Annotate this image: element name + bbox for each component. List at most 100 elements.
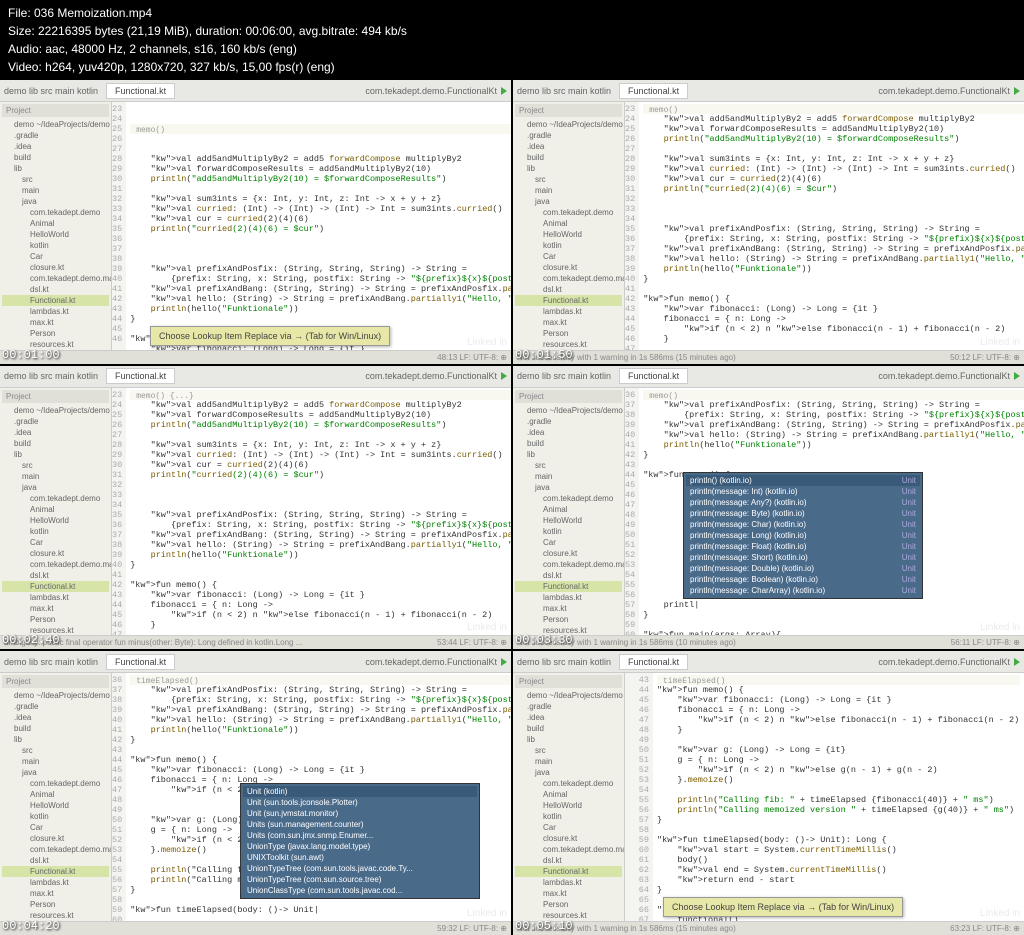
tree-item[interactable]: max.kt [2, 888, 109, 899]
tree-item[interactable]: java [2, 482, 109, 493]
play-icon[interactable] [501, 372, 507, 380]
tree-item[interactable]: Functional.kt [515, 295, 622, 306]
editor-tab[interactable]: Functional.kt [106, 83, 175, 99]
completion-item[interactable]: println(message: Short) (kotlin.io)Unit [686, 552, 920, 563]
tree-item[interactable]: src [2, 745, 109, 756]
tree-item[interactable]: Person [515, 328, 622, 339]
completion-item[interactable]: println(message: Byte) (kotlin.io)Unit [686, 508, 920, 519]
tree-item[interactable]: lambdas.kt [515, 877, 622, 888]
completion-item[interactable]: println(message: Char) (kotlin.io)Unit [686, 519, 920, 530]
tree-item[interactable]: main [515, 185, 622, 196]
tree-item[interactable]: kotlin [2, 240, 109, 251]
tree-item[interactable]: demo ~/IdeaProjects/demo [515, 119, 622, 130]
code-editor[interactable]: 4344454647484950515253545556575859606162… [625, 673, 1024, 921]
completion-item[interactable]: Unit (sun.jvmstat.monitor) [243, 808, 477, 819]
tree-item[interactable]: java [515, 767, 622, 778]
tree-item[interactable]: com.tekadept.demo.main.kt [515, 273, 622, 284]
completion-item[interactable]: Units (sun.management.counter) [243, 819, 477, 830]
tree-item[interactable]: java [515, 482, 622, 493]
tree-item[interactable]: .gradle [2, 416, 109, 427]
tree-item[interactable]: build [515, 152, 622, 163]
tree-item[interactable]: Animal [2, 504, 109, 515]
tree-item[interactable]: build [2, 152, 109, 163]
completion-item[interactable]: Unit (kotlin) [243, 786, 477, 797]
tree-item[interactable]: closure.kt [2, 833, 109, 844]
tree-item[interactable]: java [2, 767, 109, 778]
completion-item[interactable]: println(message: Long) (kotlin.io)Unit [686, 530, 920, 541]
tree-item[interactable]: .gradle [515, 701, 622, 712]
tree-item[interactable]: src [515, 460, 622, 471]
tree-item[interactable]: Functional.kt [2, 866, 109, 877]
tree-item[interactable]: Animal [515, 504, 622, 515]
play-icon[interactable] [501, 658, 507, 666]
tree-item[interactable]: src [515, 174, 622, 185]
ide-toolbar[interactable]: demo lib src main kotlin Functional.kt c… [0, 80, 511, 102]
tree-item[interactable]: .idea [515, 141, 622, 152]
tree-item[interactable]: Car [2, 251, 109, 262]
tree-item[interactable]: lambdas.kt [515, 306, 622, 317]
tree-item[interactable]: src [2, 460, 109, 471]
tree-item[interactable]: max.kt [515, 603, 622, 614]
ide-toolbar[interactable]: demo lib src main kotlin Functional.kt c… [513, 80, 1024, 102]
tree-item[interactable]: build [515, 438, 622, 449]
tree-item[interactable]: Person [2, 328, 109, 339]
tree-item[interactable]: Person [515, 614, 622, 625]
tree-item[interactable]: com.tekadept.demo.main.kt [2, 559, 109, 570]
tree-item[interactable]: com.tekadept.demo.main.kt [515, 559, 622, 570]
code-editor[interactable]: 2324252627282930313233343536373839404142… [112, 102, 511, 350]
tree-item[interactable]: .idea [2, 427, 109, 438]
tree-item[interactable]: com.tekadept.demo [515, 207, 622, 218]
tree-item[interactable]: demo ~/IdeaProjects/demo [2, 405, 109, 416]
tree-item[interactable]: closure.kt [515, 548, 622, 559]
tree-item[interactable]: build [515, 723, 622, 734]
tree-item[interactable]: HelloWorld [2, 229, 109, 240]
tree-item[interactable]: Person [2, 899, 109, 910]
tree-item[interactable]: Functional.kt [2, 581, 109, 592]
tree-item[interactable]: HelloWorld [515, 229, 622, 240]
tree-item[interactable]: main [515, 756, 622, 767]
tree-item[interactable]: kotlin [515, 240, 622, 251]
completion-item[interactable]: Unit (sun.tools.jconsole.Plotter) [243, 797, 477, 808]
completion-item[interactable]: println(message: Any?) (kotlin.io)Unit [686, 497, 920, 508]
tree-item[interactable]: lib [515, 449, 622, 460]
tree-item[interactable]: closure.kt [2, 548, 109, 559]
tree-item[interactable]: max.kt [2, 317, 109, 328]
completion-item[interactable]: println() (kotlin.io)Unit [686, 475, 920, 486]
project-tree[interactable]: Projectdemo ~/IdeaProjects/demo.gradle.i… [513, 673, 625, 921]
tree-item[interactable]: com.tekadept.demo [515, 778, 622, 789]
play-icon[interactable] [1014, 372, 1020, 380]
tree-item[interactable]: lib [515, 734, 622, 745]
tree-item[interactable]: com.tekadept.demo [2, 493, 109, 504]
tree-item[interactable]: Car [2, 537, 109, 548]
tree-item[interactable]: HelloWorld [515, 800, 622, 811]
tree-item[interactable]: Car [515, 537, 622, 548]
ide-toolbar[interactable]: demo lib src main kotlin Functional.kt c… [513, 651, 1024, 673]
completion-item[interactable]: println(message: Int) (kotlin.io)Unit [686, 486, 920, 497]
tree-item[interactable]: dsl.kt [515, 570, 622, 581]
tree-item[interactable]: demo ~/IdeaProjects/demo [515, 405, 622, 416]
code-editor[interactable]: 2324252627282930313233343536373839404142… [112, 388, 511, 636]
tree-item[interactable]: closure.kt [2, 262, 109, 273]
completion-item[interactable]: UnionTypeTree (com.sun.source.tree) [243, 874, 477, 885]
completion-item[interactable]: println(message: Boolean) (kotlin.io)Uni… [686, 574, 920, 585]
tree-item[interactable]: HelloWorld [515, 515, 622, 526]
tree-item[interactable]: lambdas.kt [2, 592, 109, 603]
tree-item[interactable]: com.tekadept.demo [2, 207, 109, 218]
tree-item[interactable]: java [515, 196, 622, 207]
project-tree[interactable]: Projectdemo ~/IdeaProjects/demo.gradle.i… [0, 673, 112, 921]
tree-item[interactable]: Animal [515, 789, 622, 800]
tree-item[interactable]: lib [2, 734, 109, 745]
tree-item[interactable]: .idea [515, 712, 622, 723]
completion-item[interactable]: Units (com.sun.jmx.snmp.Enumer... [243, 830, 477, 841]
autocomplete-popup[interactable]: Unit (kotlin)Unit (sun.tools.jconsole.Pl… [240, 783, 480, 899]
tree-item[interactable]: main [2, 756, 109, 767]
tree-item[interactable]: lambdas.kt [2, 877, 109, 888]
tree-item[interactable]: build [2, 723, 109, 734]
tree-item[interactable]: Animal [2, 218, 109, 229]
tree-item[interactable]: com.tekadept.demo.main.kt [515, 844, 622, 855]
completion-item[interactable]: UnionClassType (com.sun.tools.javac.cod.… [243, 885, 477, 896]
tree-item[interactable]: java [2, 196, 109, 207]
tree-item[interactable]: kotlin [2, 526, 109, 537]
tree-item[interactable]: Functional.kt [2, 295, 109, 306]
completion-item[interactable]: UnionTypeTree (com.sun.tools.javac.code.… [243, 863, 477, 874]
